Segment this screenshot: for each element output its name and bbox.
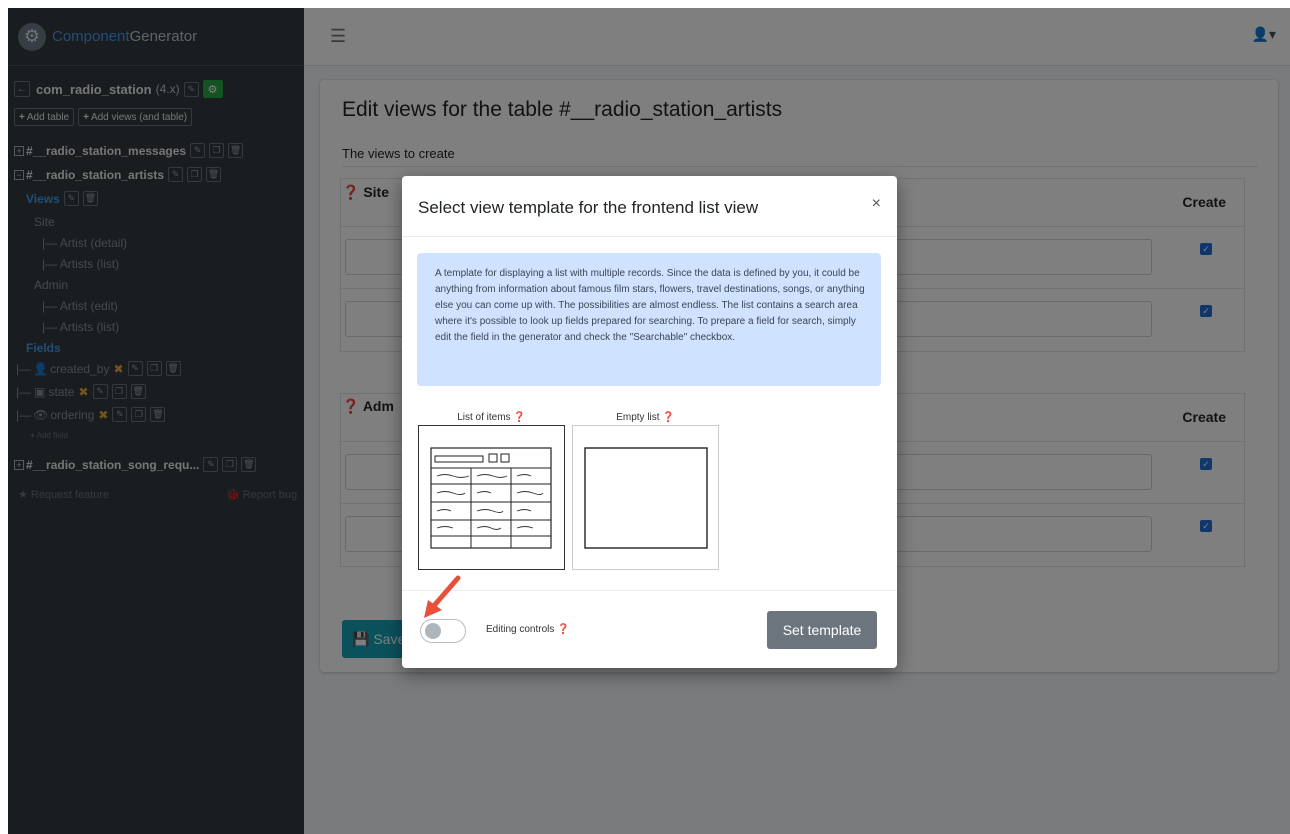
modal-title: Select view template for the frontend li… [418,198,759,217]
template-option-empty-list[interactable] [572,425,719,570]
modal-footer: Editing controls ❓ Set template [402,590,897,668]
question-circle-icon: ❓ [513,412,526,423]
list-of-items-label: List of items ❓ [418,412,565,423]
template-modal: Select view template for the frontend li… [402,176,897,668]
template-option-list-of-items[interactable] [418,425,565,570]
editing-controls-toggle[interactable] [420,619,466,643]
close-icon[interactable]: × [872,195,881,213]
modal-header: Select view template for the frontend li… [402,176,897,237]
app-window: ⚙ ComponentGenerator ← com_radio_station… [8,8,1290,834]
empty-list-label: Empty list ❓ [572,412,719,423]
template-label: Empty list [616,412,660,423]
list-sketch-icon [430,447,552,549]
empty-list-sketch-icon [584,447,708,549]
question-circle-icon: ❓ [662,412,675,423]
template-description: A template for displaying a list with mu… [417,253,881,386]
set-template-button[interactable]: Set template [767,611,877,649]
editing-controls-label: Editing controls ❓ [486,624,570,635]
question-circle-icon: ❓ [557,624,570,635]
toggle-label-text: Editing controls [486,624,555,635]
template-label: List of items [457,412,511,423]
annotation-arrow-icon [424,575,461,618]
toggle-knob [425,623,441,639]
